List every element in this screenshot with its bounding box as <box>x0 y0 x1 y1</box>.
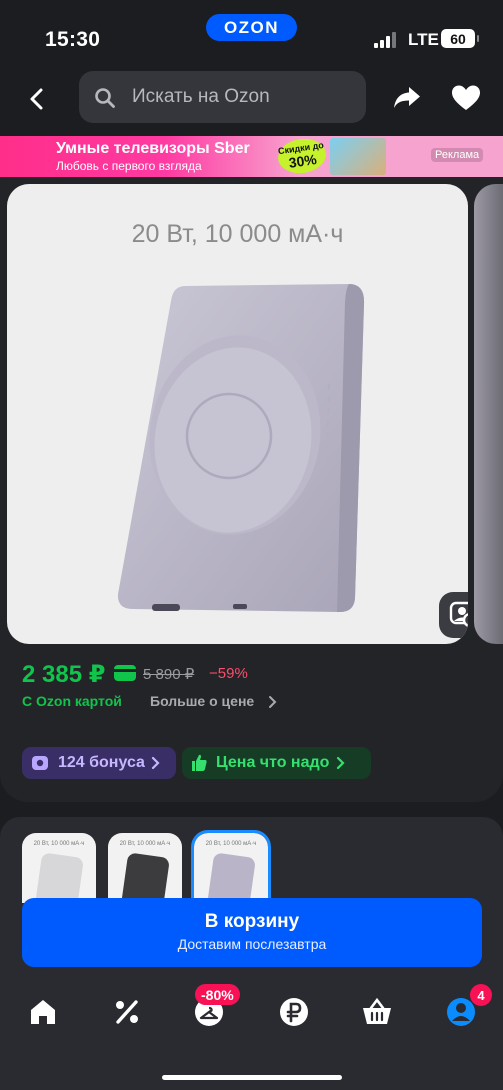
chevron-right-icon <box>269 696 277 708</box>
current-price: 2 385 ₽ <box>22 661 106 688</box>
status-bar: 15:30 OZON LTE 60 <box>0 0 503 70</box>
chevron-right-icon <box>337 756 345 770</box>
ad-label: Реклама <box>431 148 484 162</box>
share-icon[interactable] <box>392 82 422 112</box>
variant-label: 20 Вт, 10 000 мА·ч <box>119 841 171 847</box>
search-field[interactable]: Искать на Ozon <box>79 71 366 123</box>
promo-badge: -80% <box>195 984 240 1005</box>
more-about-price-link[interactable]: Больше о цене <box>150 693 254 709</box>
cart-basket-icon[interactable] <box>360 995 394 1029</box>
good-price-chip[interactable]: Цена что надо <box>182 747 371 779</box>
bonus-icon <box>32 756 48 770</box>
variant-device <box>206 852 256 903</box>
variant-thumbnail-3-selected[interactable]: 20 Вт, 10 000 мА·ч <box>191 830 271 906</box>
add-to-cart-button[interactable]: В корзину Доставим послезавтра <box>22 898 482 967</box>
network-label: LTE <box>408 30 439 49</box>
good-price-label: Цена что надо <box>216 754 330 771</box>
battery-icon: 60 <box>441 29 479 48</box>
chevron-right-icon <box>151 756 160 770</box>
search-icon <box>95 88 115 108</box>
discount-icon[interactable] <box>110 995 144 1029</box>
thumbs-up-icon <box>192 754 207 771</box>
profile-count-badge: 4 <box>470 984 492 1006</box>
ozon-card-label: С Ozon картой <box>22 693 122 709</box>
ozon-card-icon <box>114 665 136 681</box>
variant-device <box>120 852 170 903</box>
signal-icon <box>374 32 400 48</box>
bonus-label: 124 бонуса <box>58 754 145 771</box>
add-to-cart-label: В корзину <box>204 911 300 932</box>
ad-banner[interactable]: Умные телевизоры Sber Любовь с первого в… <box>0 136 503 177</box>
back-arrow-icon[interactable] <box>22 84 52 114</box>
product-gallery-image[interactable]: 20 Вт, 10 000 мА·ч <box>7 184 468 644</box>
search-placeholder: Искать на Ozon <box>132 86 270 107</box>
banner-subtitle: Любовь с первого взгляда <box>56 159 202 173</box>
powerbank-image <box>117 284 365 612</box>
home-icon[interactable] <box>26 995 60 1029</box>
top-bar: Искать на Ozon <box>0 70 503 136</box>
next-gallery-image[interactable] <box>474 184 503 644</box>
banner-photo <box>330 138 386 175</box>
image-search-icon <box>449 601 468 627</box>
variant-thumbnail-2[interactable]: 20 Вт, 10 000 мА·ч <box>108 833 182 903</box>
variant-label: 20 Вт, 10 000 мА·ч <box>205 841 257 847</box>
home-indicator <box>162 1075 342 1080</box>
banner-title: Умные телевизоры Sber <box>56 140 250 157</box>
variant-label: 20 Вт, 10 000 мА·ч <box>33 841 85 847</box>
variant-device <box>34 852 84 903</box>
ruble-finance-icon[interactable] <box>277 995 311 1029</box>
product-card: 20 Вт, 10 000 мА·ч 2 385 ₽ 5 890 ₽ −59% … <box>0 177 503 802</box>
old-price: 5 890 ₽ <box>143 666 195 683</box>
banner-discount-value: 30% <box>287 151 318 171</box>
delivery-label: Доставим послезавтра <box>177 936 327 952</box>
favorite-heart-icon[interactable] <box>451 84 481 112</box>
status-time: 15:30 <box>45 28 101 51</box>
discount-percent: −59% <box>209 665 248 682</box>
variant-thumbnail-1[interactable]: 20 Вт, 10 000 мА·ч <box>22 833 96 903</box>
bonus-chip[interactable]: 124 бонуса <box>22 747 176 779</box>
bottom-tab-bar: -80% 4 <box>0 975 503 1090</box>
ozon-app-badge[interactable]: OZON <box>206 14 297 41</box>
image-search-button[interactable] <box>439 592 468 638</box>
